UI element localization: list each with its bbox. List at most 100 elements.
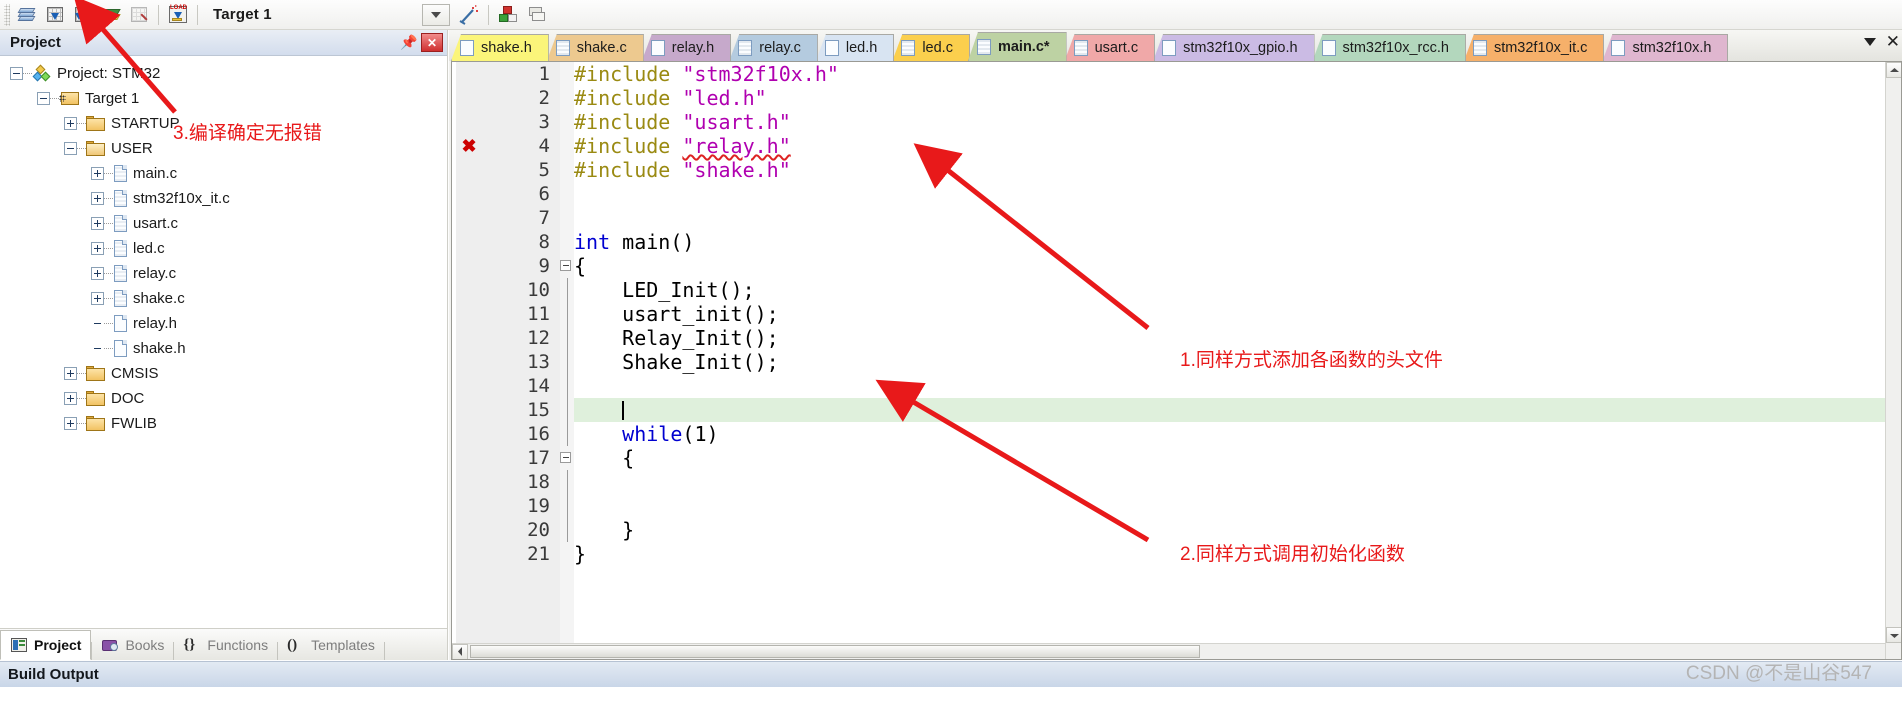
marker-slot[interactable] [456, 230, 482, 254]
editor-tab-relay-c[interactable]: relay.c [729, 34, 818, 61]
code-line[interactable] [574, 182, 1885, 206]
editor-fold-column[interactable] [560, 62, 574, 659]
scroll-up-icon[interactable] [1886, 62, 1901, 78]
code-line[interactable]: #include "shake.h" [574, 158, 1885, 182]
editor-tab-relay-h[interactable]: relay.h [641, 34, 732, 61]
manage-components-icon[interactable] [495, 2, 521, 28]
tab-close-icon[interactable]: ✕ [1886, 33, 1900, 50]
pin-icon[interactable]: 📌 [399, 33, 419, 53]
scroll-left-icon[interactable] [452, 643, 468, 659]
build-output-body[interactable] [0, 687, 1902, 725]
expand-icon[interactable] [64, 417, 77, 430]
marker-slot[interactable] [456, 350, 482, 374]
expand-icon[interactable] [91, 192, 104, 205]
translate-icon[interactable] [14, 2, 40, 28]
editor-marker-column[interactable]: ✖ [456, 62, 482, 659]
expand-icon[interactable] [91, 242, 104, 255]
error-marker-icon[interactable]: ✖ [456, 134, 482, 158]
code-line[interactable]: usart_init(); [574, 302, 1885, 326]
multi-project-icon[interactable] [523, 2, 549, 28]
editor-tab-shake-h[interactable]: shake.h [451, 34, 549, 61]
code-line[interactable]: while(1) [574, 422, 1885, 446]
code-line[interactable]: int main() [574, 230, 1885, 254]
rebuild-icon[interactable] [70, 2, 96, 28]
marker-slot[interactable] [456, 62, 482, 86]
expand-icon[interactable] [91, 167, 104, 180]
code-line[interactable]: #include "usart.h" [574, 110, 1885, 134]
code-line[interactable]: #include "led.h" [574, 86, 1885, 110]
expand-icon[interactable] [91, 217, 104, 230]
editor-tab-stm32f10x-rcc-h[interactable]: stm32f10x_rcc.h [1312, 34, 1466, 61]
batch-build-icon[interactable] [98, 2, 124, 28]
code-line[interactable] [574, 494, 1885, 518]
target-dropdown-button[interactable] [421, 3, 450, 26]
fold-collapse-icon[interactable] [560, 446, 574, 470]
editor-tab-usart-c[interactable]: usart.c [1064, 34, 1156, 61]
editor-tab-main-c-[interactable]: main.c* [967, 32, 1067, 61]
marker-slot[interactable] [456, 470, 482, 494]
marker-slot[interactable] [456, 254, 482, 278]
tree-item-relay-h[interactable]: relay.h [0, 311, 447, 336]
code-line[interactable] [574, 206, 1885, 230]
tree-item-main-c[interactable]: main.c [0, 161, 447, 186]
tree-item-shake-h[interactable]: shake.h [0, 336, 447, 361]
project-tab-functions[interactable]: {} Functions [174, 630, 277, 660]
expand-icon[interactable] [64, 392, 77, 405]
expand-icon[interactable] [91, 267, 104, 280]
code-line[interactable]: { [574, 254, 1885, 278]
editor-tab-stm32f10x-h[interactable]: stm32f10x.h [1602, 34, 1729, 61]
marker-slot[interactable] [456, 446, 482, 470]
fold-collapse-icon[interactable] [560, 254, 574, 278]
download-icon[interactable]: LOAD [165, 2, 191, 28]
tree-item-stm32f10x-it-c[interactable]: stm32f10x_it.c [0, 186, 447, 211]
tree-item-doc[interactable]: DOC [0, 386, 447, 411]
code-line[interactable] [574, 470, 1885, 494]
collapse-icon[interactable] [10, 67, 23, 80]
expand-icon[interactable] [64, 117, 77, 130]
marker-slot[interactable] [456, 518, 482, 542]
marker-slot[interactable] [456, 206, 482, 230]
stop-build-icon[interactable] [126, 2, 152, 28]
hscroll-thumb[interactable] [470, 645, 1200, 658]
collapse-icon[interactable] [37, 92, 50, 105]
close-icon[interactable]: ✕ [421, 33, 443, 52]
editor-tab-stm32f10x-gpio-h[interactable]: stm32f10x_gpio.h [1153, 34, 1315, 61]
toolbar-grip[interactable] [4, 3, 10, 26]
code-line[interactable]: #include "relay.h" [574, 134, 1885, 158]
build-icon[interactable] [42, 2, 68, 28]
marker-slot[interactable] [456, 326, 482, 350]
code-line[interactable]: { [574, 446, 1885, 470]
marker-slot[interactable] [456, 86, 482, 110]
expand-icon[interactable] [64, 367, 77, 380]
marker-slot[interactable] [456, 398, 482, 422]
marker-slot[interactable] [456, 278, 482, 302]
code-line[interactable]: LED_Init(); [574, 278, 1885, 302]
editor-vertical-scrollbar[interactable] [1885, 62, 1901, 659]
marker-slot[interactable] [456, 494, 482, 518]
tree-item-fwlib[interactable]: FWLIB [0, 411, 447, 436]
editor-tab-bar[interactable]: shake.h shake.c relay.h relay.c led.h led.c ma… [449, 30, 1902, 61]
editor-tab-shake-c[interactable]: shake.c [546, 34, 644, 61]
tab-list-dropdown-icon[interactable] [1863, 37, 1876, 46]
project-pane-tabs[interactable]: Project Books {} Functions () Templates [0, 628, 447, 660]
tree-item-target-1[interactable]: Target 1 [0, 86, 447, 111]
tree-item-relay-c[interactable]: relay.c [0, 261, 447, 286]
target-selector-label[interactable]: Target 1 [213, 6, 272, 23]
code-line[interactable] [574, 398, 1885, 422]
marker-slot[interactable] [456, 422, 482, 446]
expand-icon[interactable] [91, 292, 104, 305]
code-line[interactable]: #include "stm32f10x.h" [574, 62, 1885, 86]
magic-wand-icon[interactable] [456, 2, 482, 28]
marker-slot[interactable] [456, 110, 482, 134]
code-line[interactable] [574, 374, 1885, 398]
project-tab-templates[interactable]: () Templates [278, 630, 384, 660]
marker-slot[interactable] [456, 542, 482, 566]
editor-tab-led-h[interactable]: led.h [815, 34, 895, 61]
marker-slot[interactable] [456, 158, 482, 182]
tree-item-usart-c[interactable]: usart.c [0, 211, 447, 236]
tree-item-project--stm32[interactable]: Project: STM32 [0, 61, 447, 86]
marker-slot[interactable] [456, 374, 482, 398]
tree-item-shake-c[interactable]: shake.c [0, 286, 447, 311]
marker-slot[interactable] [456, 302, 482, 326]
editor-tab-stm32f10x-it-c[interactable]: stm32f10x_it.c [1463, 34, 1605, 61]
